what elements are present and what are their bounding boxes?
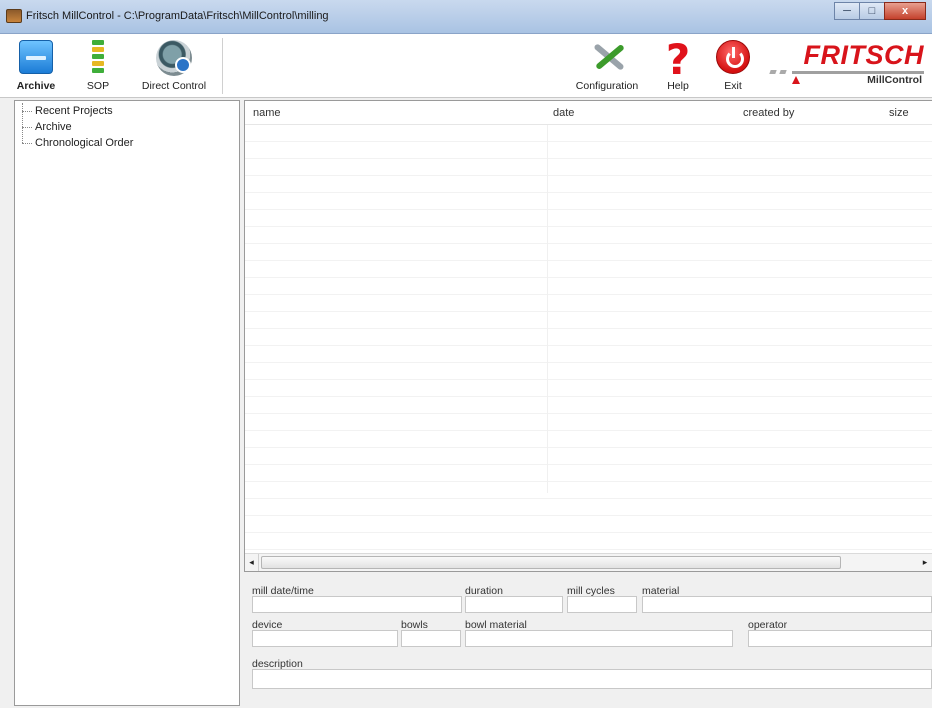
archive-grid[interactable]: name date created by size ◂ ▸ [244,100,932,572]
operator-field[interactable] [748,630,932,647]
tree-list: Recent Projects Archive Chronological Or… [15,101,239,151]
description-field[interactable] [252,669,932,689]
logo-brand: FRITSCH [803,40,924,70]
sop-button[interactable]: SOP [76,36,120,96]
tree-item-chronological-order[interactable]: Chronological Order [15,135,239,151]
exit-button-label: Exit [724,80,742,92]
sop-icon [92,40,104,74]
details-panel: mill date/time duration mill cycles mate… [244,574,932,708]
scrollbar-thumb[interactable] [261,556,841,569]
mill-datetime-field[interactable] [252,596,462,613]
window-controls: ─ □ x [834,2,926,20]
device-field[interactable] [252,630,398,647]
direct-control-button-label: Direct Control [141,80,207,92]
bowls-field[interactable] [401,630,461,647]
archive-button-label: Archive [16,80,56,92]
tree-item-archive[interactable]: Archive [15,119,239,135]
horizontal-scrollbar[interactable]: ◂ ▸ [245,553,932,571]
mill-cycles-field[interactable] [567,596,637,613]
column-header-created-by[interactable]: created by [743,107,794,119]
exit-button[interactable]: Exit [710,36,756,96]
scroll-right-icon[interactable]: ▸ [918,554,932,571]
logo-product: MillControl [867,74,922,86]
grid-header: name date created by size [245,101,932,125]
column-header-date[interactable]: date [553,107,574,119]
close-button[interactable]: x [884,2,926,20]
configuration-button-label: Configuration [575,80,639,92]
bowl-material-field[interactable] [465,630,733,647]
archive-icon [19,40,53,74]
duration-field[interactable] [465,596,563,613]
grid-body[interactable] [245,125,932,553]
configuration-icon [587,40,627,76]
archive-button[interactable]: Archive [10,36,62,96]
exit-icon [716,40,750,74]
help-button-label: Help [667,80,689,92]
app-icon [6,9,22,23]
toolbar-separator [222,38,223,94]
window-title: Fritsch MillControl - C:\ProgramData\Fri… [26,10,329,22]
configuration-button[interactable]: Configuration [568,36,646,96]
direct-control-button[interactable]: Direct Control [132,36,216,96]
maximize-button[interactable]: □ [859,2,885,20]
toolbar: Archive SOP Direct Control Configuration… [0,34,932,98]
tree-item-recent-projects[interactable]: Recent Projects [15,103,239,119]
scroll-left-icon[interactable]: ◂ [245,554,259,571]
column-header-size[interactable]: size [889,107,909,119]
material-field[interactable] [642,596,932,613]
sop-button-label: SOP [86,80,110,92]
help-button[interactable]: ? Help [656,36,700,96]
column-header-name[interactable]: name [253,107,281,119]
navigation-tree: Recent Projects Archive Chronological Or… [14,100,240,706]
minimize-button[interactable]: ─ [834,2,860,20]
direct-control-icon [156,40,192,76]
help-icon: ? [665,35,691,84]
title-bar: Fritsch MillControl - C:\ProgramData\Fri… [0,0,932,34]
fritsch-logo: FRITSCH MillControl [764,38,924,94]
